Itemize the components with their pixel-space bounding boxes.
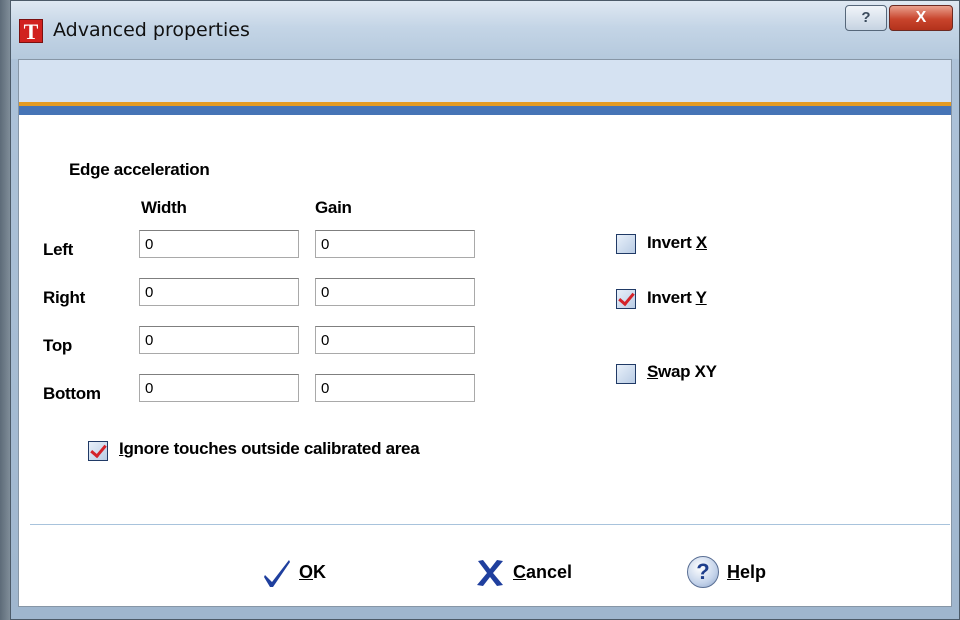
swap-xy-label-rest: wap XY bbox=[658, 362, 717, 381]
column-header-gain: Gain bbox=[315, 198, 352, 217]
ok-accelerator: O bbox=[299, 562, 314, 582]
footer-separator bbox=[30, 524, 950, 525]
help-accelerator: H bbox=[727, 562, 740, 582]
column-header-width: Width bbox=[141, 198, 187, 217]
swap-xy-checkbox[interactable] bbox=[616, 364, 636, 384]
help-button-label: Help bbox=[727, 562, 766, 583]
cancel-label-rest: ancel bbox=[526, 562, 573, 582]
ok-button[interactable]: OK bbox=[263, 554, 353, 594]
help-label-rest: elp bbox=[740, 562, 767, 582]
right-gain-input[interactable] bbox=[315, 278, 475, 306]
help-button[interactable]: ? Help bbox=[687, 554, 797, 594]
left-width-input[interactable] bbox=[139, 230, 299, 258]
title-bar[interactable]: T Advanced properties ? X bbox=[11, 1, 959, 59]
bottom-gain-input[interactable] bbox=[315, 374, 475, 402]
invert-y-accelerator: Y bbox=[695, 288, 707, 307]
checkmark-icon bbox=[264, 560, 290, 587]
dialog-client-area: Edge acceleration Width Gain Left Right … bbox=[18, 59, 952, 607]
left-gain-input[interactable] bbox=[315, 230, 475, 258]
bottom-width-input[interactable] bbox=[139, 374, 299, 402]
ok-label-rest: K bbox=[313, 562, 327, 582]
ok-button-label: OK bbox=[299, 562, 326, 583]
cancel-button-label: Cancel bbox=[513, 562, 572, 583]
cross-icon bbox=[477, 560, 503, 586]
right-width-input[interactable] bbox=[139, 278, 299, 306]
invert-y-checkbox[interactable] bbox=[616, 289, 636, 309]
row-label-top: Top bbox=[43, 336, 72, 355]
close-button[interactable]: X bbox=[889, 5, 953, 31]
advanced-properties-dialog: T Advanced properties ? X Edge accelerat… bbox=[10, 0, 960, 620]
cancel-button[interactable]: Cancel bbox=[475, 554, 605, 594]
ignore-touches-checkbox[interactable] bbox=[88, 441, 108, 461]
row-label-left: Left bbox=[43, 240, 73, 259]
header-accent-blue bbox=[19, 106, 951, 115]
invert-x-label-prefix: Invert bbox=[647, 233, 696, 252]
question-icon: ? bbox=[687, 556, 719, 588]
swap-xy-label[interactable]: Swap XY bbox=[647, 362, 717, 382]
top-gain-input[interactable] bbox=[315, 326, 475, 354]
invert-x-accelerator: X bbox=[695, 233, 707, 252]
window-title: Advanced properties bbox=[53, 19, 250, 41]
app-logo-icon: T bbox=[19, 19, 43, 44]
top-width-input[interactable] bbox=[139, 326, 299, 354]
invert-x-checkbox[interactable] bbox=[616, 234, 636, 254]
header-banner bbox=[19, 60, 951, 102]
cancel-accelerator: C bbox=[513, 562, 526, 582]
invert-y-label-prefix: Invert bbox=[647, 288, 696, 307]
section-title-edge-acceleration: Edge acceleration bbox=[69, 160, 210, 179]
swap-xy-accelerator: S bbox=[647, 362, 659, 381]
row-label-bottom: Bottom bbox=[43, 384, 101, 403]
invert-x-label[interactable]: Invert X bbox=[647, 233, 707, 253]
ignore-touches-label-rest: gnore touches outside calibrated area bbox=[123, 439, 420, 458]
invert-y-label[interactable]: Invert Y bbox=[647, 288, 707, 308]
titlebar-help-button[interactable]: ? bbox=[845, 5, 887, 31]
ignore-touches-label[interactable]: Ignore touches outside calibrated area bbox=[119, 439, 420, 459]
row-label-right: Right bbox=[43, 288, 85, 307]
